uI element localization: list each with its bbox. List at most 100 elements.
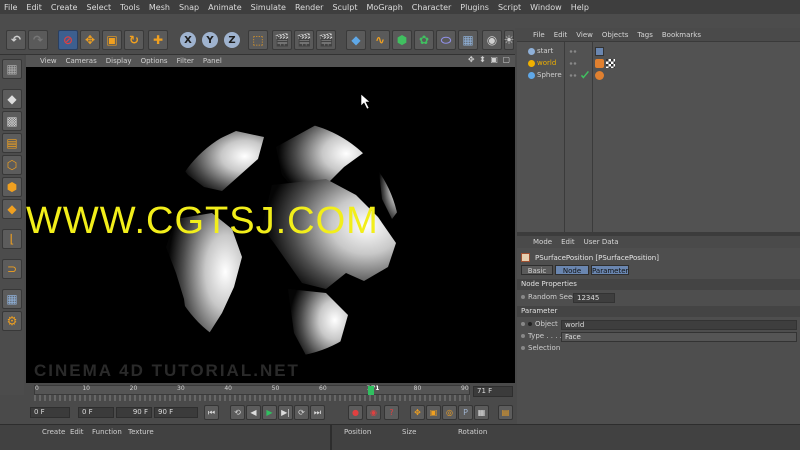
menu-help[interactable]: Help — [571, 3, 589, 12]
object-link-field[interactable]: world — [561, 320, 797, 330]
menu-window[interactable]: Window — [530, 3, 562, 12]
keyframe-selection-icon[interactable]: ? — [384, 405, 399, 420]
scale-tool-icon[interactable]: ▣ — [102, 30, 122, 50]
viewport-menu-cameras[interactable]: Cameras — [66, 57, 97, 65]
attribute-menu-mode[interactable]: Mode — [533, 238, 552, 246]
timeline[interactable]: 010203040506070718090 71 F — [26, 383, 515, 404]
spline-tool-icon[interactable]: ∿ — [370, 30, 390, 50]
viewport-menu-options[interactable]: Options — [141, 57, 168, 65]
locked-workplane-icon[interactable]: ⚙ — [2, 311, 22, 331]
nurbs-icon[interactable]: ⬢ — [392, 30, 412, 50]
visibility-dots-icon[interactable] — [569, 49, 577, 54]
object-menu-tags[interactable]: Tags — [637, 31, 653, 39]
menu-file[interactable]: File — [4, 3, 17, 12]
render-picture-viewer-icon[interactable]: 🎬 — [294, 30, 314, 50]
play-forward-icon[interactable]: ▶ — [262, 405, 277, 420]
snap-magnet-icon[interactable]: ⊃ — [2, 259, 22, 279]
object-menu-view[interactable]: View — [576, 31, 593, 39]
key-rotation-icon[interactable]: ◎ — [442, 405, 457, 420]
menu-character[interactable]: Character — [412, 3, 452, 12]
previous-frame-icon[interactable]: ◀ — [246, 405, 261, 420]
render-settings-icon[interactable]: 🎬 — [316, 30, 336, 50]
object-menu-objects[interactable]: Objects — [602, 31, 628, 39]
object-manager-list[interactable]: start world Sphere — [517, 42, 800, 232]
min-frame-field[interactable]: 0 F — [78, 407, 114, 418]
type-dropdown[interactable]: Face — [561, 332, 797, 342]
render-view-icon[interactable]: 🎬 — [272, 30, 292, 50]
texture-mode-icon[interactable]: ▩ — [2, 111, 22, 131]
make-editable-icon[interactable]: ▦ — [2, 59, 22, 79]
coordinate-system-icon[interactable]: ⬚ — [248, 30, 268, 50]
menu-simulate[interactable]: Simulate — [251, 3, 286, 12]
menu-mesh[interactable]: Mesh — [149, 3, 170, 12]
light-icon[interactable]: ☀ — [504, 30, 514, 50]
tab-node[interactable]: Node — [555, 265, 589, 275]
menu-select[interactable]: Select — [86, 3, 111, 12]
timeline-ruler[interactable]: 010203040506070718090 — [34, 385, 470, 396]
key-position-icon[interactable]: ✥ — [410, 405, 425, 420]
viewport-navigation-icons[interactable]: ✥ ⬍ ▣ ▢ — [468, 55, 511, 64]
move-tool-icon[interactable]: ✥ — [80, 30, 100, 50]
random-seed-input[interactable]: 12345 — [573, 293, 615, 303]
menu-edit[interactable]: Edit — [26, 3, 42, 12]
menu-tools[interactable]: Tools — [120, 3, 140, 12]
animate-dot-icon[interactable] — [521, 346, 525, 350]
viewport-menu-display[interactable]: Display — [106, 57, 132, 65]
visibility-dots-icon[interactable] — [569, 61, 577, 66]
animate-dot-icon[interactable] — [521, 322, 525, 326]
max-frame-field[interactable]: 90 F — [116, 407, 152, 418]
object-row-sphere[interactable]: Sphere — [517, 70, 800, 82]
object-name[interactable]: start — [537, 47, 553, 55]
viewport-menu-filter[interactable]: Filter — [177, 57, 194, 65]
keyframe-track[interactable] — [34, 395, 470, 401]
menu-snap[interactable]: Snap — [179, 3, 199, 12]
phong-tag-icon[interactable] — [595, 71, 604, 80]
material-menu-edit[interactable]: Edit — [70, 428, 84, 436]
live-selection-icon[interactable]: ⊘ — [58, 30, 78, 50]
undo-button[interactable]: ↶ — [6, 30, 26, 50]
workplane-grid-icon[interactable]: ▦ — [2, 289, 22, 309]
tag-icon[interactable] — [595, 47, 604, 56]
next-frame-icon[interactable]: ▶| — [278, 405, 293, 420]
tab-parameter[interactable]: Parameter — [591, 265, 629, 275]
camera-icon[interactable]: ◉ — [482, 30, 502, 50]
object-row-world[interactable]: world — [517, 58, 800, 70]
check-icon[interactable] — [581, 71, 589, 79]
menu-mograph[interactable]: MoGraph — [366, 3, 402, 12]
menu-create[interactable]: Create — [51, 3, 78, 12]
attribute-menu-edit[interactable]: Edit — [561, 238, 575, 246]
object-menu-file[interactable]: File — [533, 31, 545, 39]
object-menu-edit[interactable]: Edit — [554, 31, 568, 39]
model-mode-icon[interactable]: ◆ — [2, 89, 22, 109]
menu-render[interactable]: Render — [295, 3, 323, 12]
record-active-icon[interactable]: ● — [348, 405, 363, 420]
menu-sculpt[interactable]: Sculpt — [332, 3, 357, 12]
animate-dot-icon[interactable] — [521, 334, 525, 338]
viewport-menu-view[interactable]: View — [40, 57, 57, 65]
viewport-menu-panel[interactable]: Panel — [203, 57, 222, 65]
go-to-start-icon[interactable]: ⏮ — [204, 405, 219, 420]
points-mode-icon[interactable]: ⬡ — [2, 155, 22, 175]
key-pla-icon[interactable]: ▦ — [474, 405, 489, 420]
z-axis-lock[interactable]: Z — [224, 32, 240, 48]
previous-key-icon[interactable]: ⟲ — [230, 405, 245, 420]
end-frame-field[interactable]: 90 F — [154, 407, 198, 418]
x-axis-lock[interactable]: X — [180, 32, 196, 48]
menu-script[interactable]: Script — [498, 3, 521, 12]
recent-tool-icon[interactable]: ✚ — [148, 30, 168, 50]
key-scale-icon[interactable]: ▣ — [426, 405, 441, 420]
tab-basic[interactable]: Basic — [521, 265, 553, 275]
menu-plugins[interactable]: Plugins — [460, 3, 489, 12]
key-parameter-icon[interactable]: P — [458, 405, 473, 420]
texture-tag-icon[interactable] — [606, 59, 615, 68]
parameter-section[interactable]: Parameter — [517, 306, 800, 317]
rotate-tool-icon[interactable]: ↻ — [124, 30, 144, 50]
y-axis-lock[interactable]: Y — [202, 32, 218, 48]
autokey-icon[interactable]: ◉ — [366, 405, 381, 420]
next-key-icon[interactable]: ⟳ — [294, 405, 309, 420]
node-properties-section[interactable]: Node Properties — [517, 279, 800, 290]
current-frame-field[interactable]: 71 F — [473, 386, 513, 397]
workplane-icon[interactable]: ▤ — [2, 133, 22, 153]
xpresso-tag-icon[interactable] — [595, 59, 604, 68]
material-menu-function[interactable]: Function — [92, 428, 122, 436]
